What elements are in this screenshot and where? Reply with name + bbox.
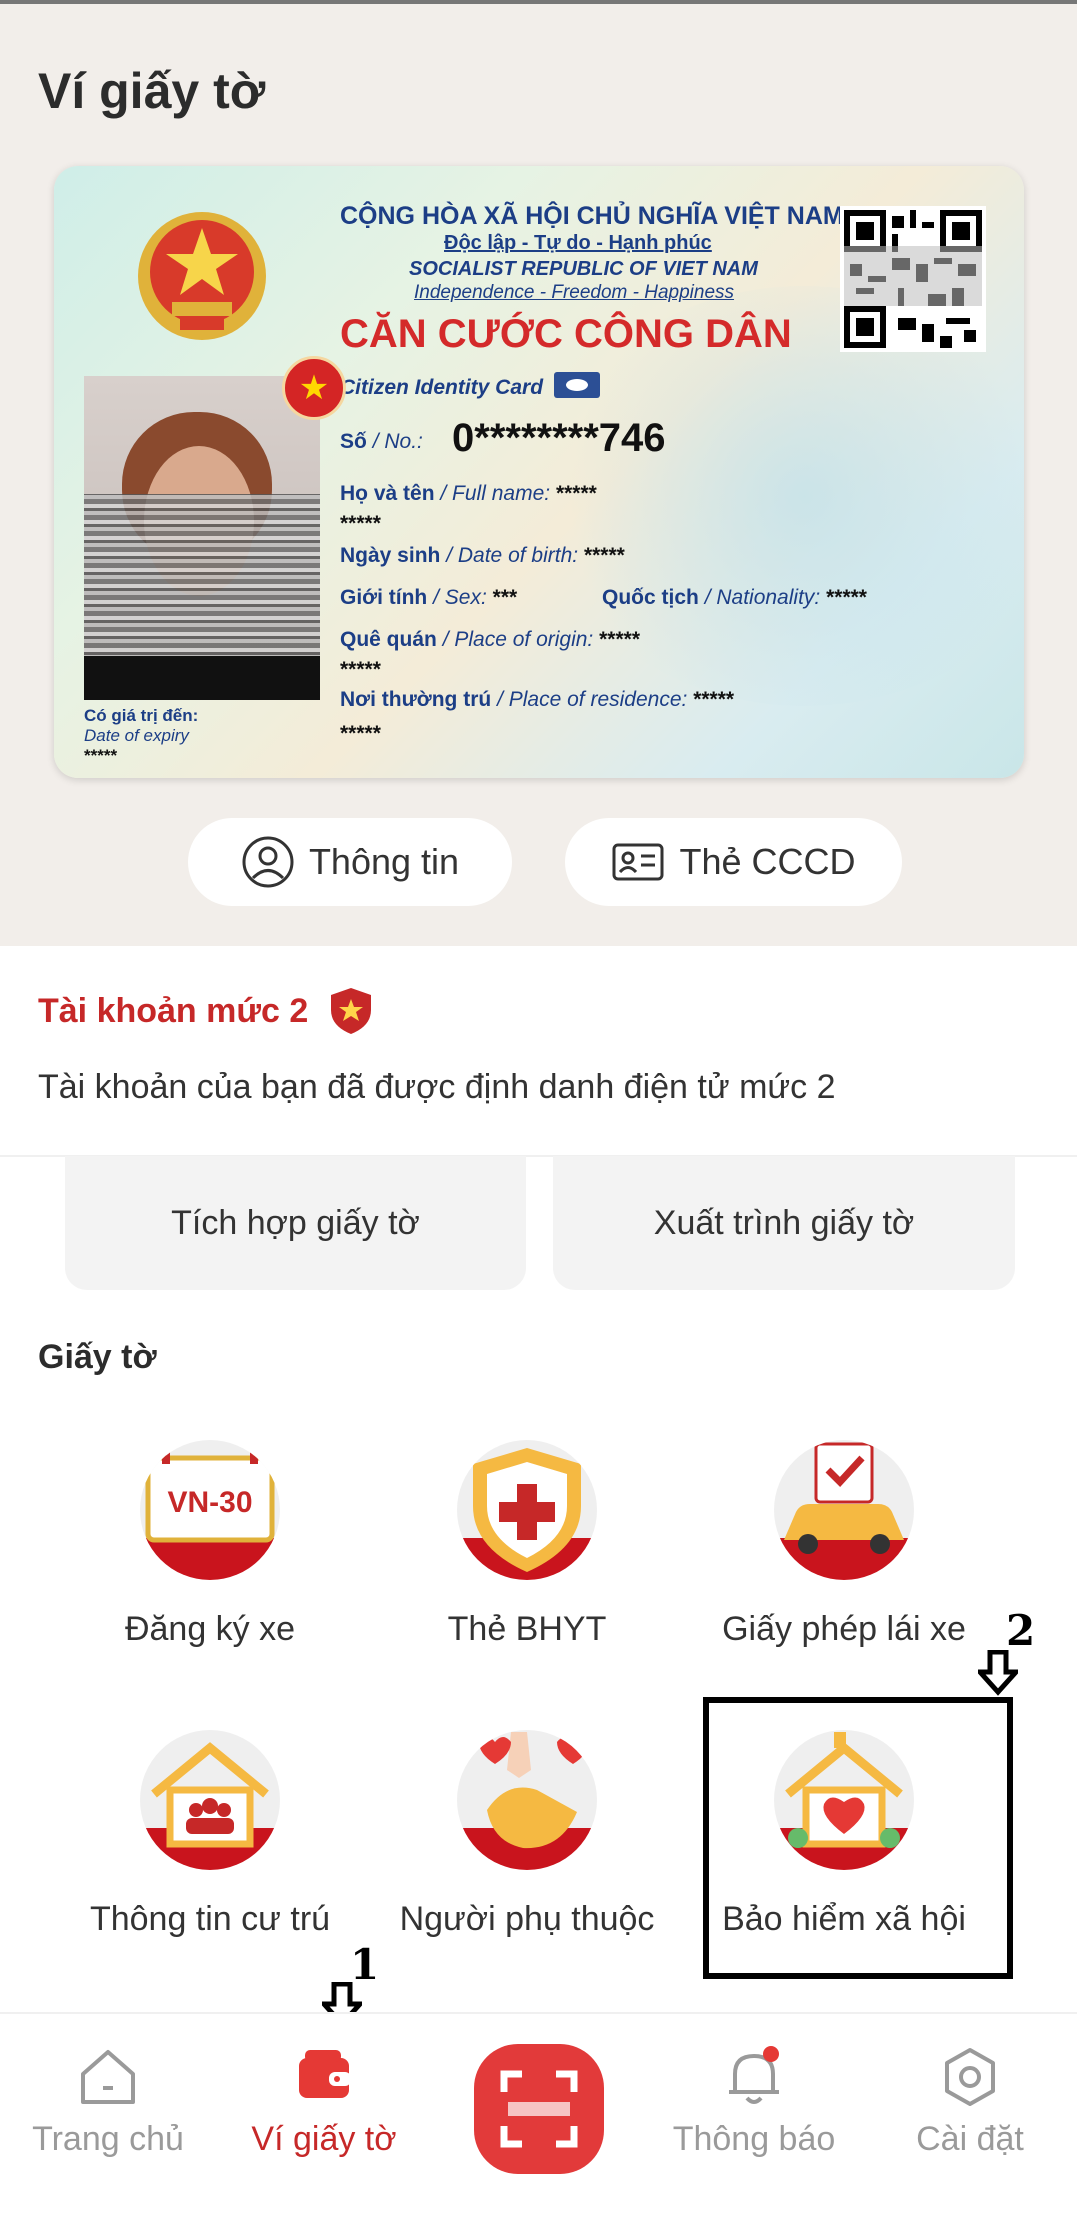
id-number-value: 0********746 — [452, 416, 666, 460]
doc-label: Giấy phép lái xe — [722, 1610, 966, 1648]
car-license-icon — [774, 1440, 914, 1580]
id-card-icon — [612, 843, 664, 881]
origin-field: Quê quán / Place of origin: ***** — [340, 628, 640, 651]
scan-qr-button[interactable] — [474, 2044, 604, 2174]
doc-label: Thông tin cư trú — [89, 1900, 331, 1938]
sex-field: Giới tính / Sex: *** — [340, 586, 518, 609]
info-button-label: Thông tin — [308, 841, 460, 882]
card-subtitle: Citizen Identity Card — [340, 376, 544, 399]
chip-icon — [554, 372, 600, 398]
account-level-title: Tài khoản mức 2 — [38, 992, 309, 1030]
bottom-navigation: Trang chủ Ví giấy tờ Thông báo Cài đặt — [0, 2012, 1077, 2215]
full-name-value-line2: ***** — [340, 512, 381, 535]
present-documents-button[interactable]: Xuất trình giấy tờ — [553, 1156, 1015, 1290]
expiry-field: Có giá trị đến: Date of expiry ***** — [84, 706, 199, 765]
home-icon — [81, 2050, 135, 2104]
qr-code — [840, 206, 986, 352]
national-emblem-icon — [138, 212, 266, 340]
doc-residence-info[interactable]: Thông tin cư trú — [50, 1730, 370, 1970]
shield-star-icon — [331, 988, 371, 1034]
present-documents-label: Xuất trình giấy tờ — [653, 1203, 915, 1242]
doc-label: Người phụ thuộc — [399, 1900, 655, 1938]
doc-label: Đăng ký xe — [124, 1610, 296, 1648]
residence-field: Nơi thường trú / Place of residence: ***… — [340, 688, 735, 711]
scan-icon — [500, 2070, 578, 2148]
card-header-vi: CỘNG HÒA XÃ HỘI CHỦ NGHĨA VIỆT NAM — [340, 202, 844, 230]
id-number-label: Số / No.: — [340, 430, 423, 453]
portrait-photo — [84, 376, 320, 700]
integrate-documents-button[interactable]: Tích hợp giấy tờ — [65, 1156, 526, 1290]
down-arrow-icon — [978, 1650, 1018, 1696]
nav-wallet-label: Ví giấy tờ — [251, 2120, 397, 2158]
cccd-card-button[interactable]: Thẻ CCCD — [565, 818, 902, 906]
medical-shield-icon — [457, 1440, 597, 1580]
vehicle-plate-icon: VN-30 — [140, 1440, 280, 1580]
page-title: Ví giấy tờ — [38, 63, 266, 119]
helping-hands-icon — [457, 1730, 597, 1870]
card-motto-en: Independence - Freedom - Happiness — [414, 282, 735, 303]
card-title: CĂN CƯỚC CÔNG DÂN — [340, 312, 792, 356]
full-name-field: Họ và tên / Full name: ***** — [340, 482, 597, 505]
user-circle-icon — [242, 836, 294, 888]
doc-driving-license[interactable]: Giấy phép lái xe — [684, 1440, 1004, 1680]
house-family-icon — [140, 1730, 280, 1870]
annotation-marker-2: 2 — [1006, 1606, 1036, 1655]
doc-dependents[interactable]: Người phụ thuộc — [367, 1730, 687, 1970]
documents-section-title: Giấy tờ — [38, 1338, 157, 1376]
status-divider — [0, 0, 1077, 4]
cccd-card-button-label: Thẻ CCCD — [679, 841, 856, 882]
nav-settings[interactable]: Cài đặt — [870, 2044, 1070, 2159]
nav-notifications-label: Thông báo — [672, 2120, 836, 2158]
id-card[interactable]: CỘNG HÒA XÃ HỘI CHỦ NGHĨA VIỆT NAM Độc l… — [54, 166, 1024, 778]
doc-vehicle-registration[interactable]: VN-30 Đăng ký xe — [50, 1440, 370, 1680]
highlight-box-social-insurance — [703, 1697, 1013, 1979]
origin-value-line2: ***** — [340, 658, 381, 681]
nav-home-label: Trang chủ — [32, 2120, 184, 2158]
star-badge-icon: ★ — [282, 356, 346, 420]
card-header-en: SOCIALIST REPUBLIC OF VIET NAM — [409, 258, 758, 280]
nav-settings-label: Cài đặt — [916, 2120, 1024, 2158]
wallet-icon — [299, 2050, 351, 2098]
doc-health-insurance[interactable]: Thẻ BHYT — [367, 1440, 687, 1680]
account-level-description: Tài khoản của bạn đã được định danh điện… — [38, 1068, 836, 1106]
card-motto-vi: Độc lập - Tự do - Hạnh phúc — [444, 232, 712, 254]
nav-wallet[interactable]: Ví giấy tờ — [224, 2044, 424, 2159]
bell-icon — [729, 2046, 779, 2104]
gear-icon — [945, 2048, 995, 2106]
doc-label: Thẻ BHYT — [447, 1610, 607, 1648]
integrate-documents-label: Tích hợp giấy tờ — [171, 1203, 420, 1242]
svg-text:VN-30: VN-30 — [167, 1486, 252, 1519]
nav-home[interactable]: Trang chủ — [8, 2044, 208, 2159]
nav-notifications[interactable]: Thông báo — [654, 2044, 854, 2159]
info-button[interactable]: Thông tin — [188, 818, 512, 906]
dob-field: Ngày sinh / Date of birth: ***** — [340, 544, 625, 567]
nationality-field: Quốc tịch / Nationality: ***** — [602, 586, 867, 609]
residence-value-line2: ***** — [340, 722, 381, 745]
